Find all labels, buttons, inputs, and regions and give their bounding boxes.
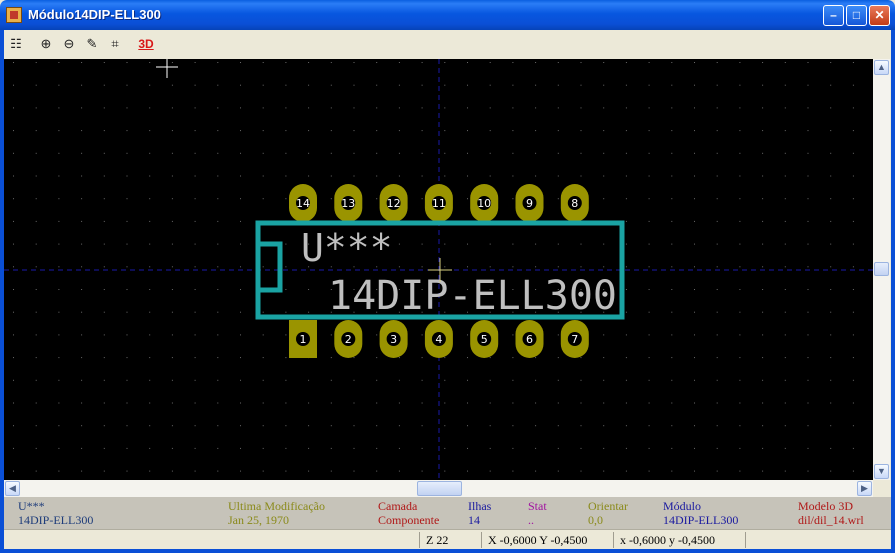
pad-bottom-2[interactable]: 2: [334, 320, 363, 358]
status-relative-coords: x -0,6000 y -0,4500: [613, 532, 740, 548]
maximize-button[interactable]: □: [846, 5, 867, 26]
pad-bottom-5[interactable]: 5: [470, 320, 499, 358]
zoom-out-icon[interactable]: ⊖: [59, 34, 79, 54]
pad-number-label: 1: [300, 333, 307, 346]
scrollbar-corner: [873, 480, 890, 497]
pad-number-label: 7: [571, 333, 578, 346]
pad-top-10[interactable]: 10: [470, 184, 499, 222]
pad-number-label: 13: [341, 197, 355, 210]
pad-number-label: 11: [432, 197, 446, 210]
info-layer-value: Componente: [378, 513, 440, 527]
pad-bottom-3[interactable]: 3: [379, 320, 408, 358]
pad-number-label: 12: [387, 197, 401, 210]
info-last-modified-value: Jan 25, 1970: [228, 513, 289, 527]
info-last-modified-title: Ultima Modificação: [228, 499, 325, 513]
horizontal-scrollbar[interactable]: ◀ ▶: [4, 480, 873, 497]
title-bar[interactable]: Módulo14DIP-ELL300 – □ ✕: [0, 0, 895, 30]
pad-number-label: 2: [345, 333, 352, 346]
pad-number-label: 9: [526, 197, 533, 210]
info-pads: Ilhas 14: [468, 499, 491, 527]
scroll-left-icon[interactable]: ◀: [5, 481, 20, 496]
info-last-modified: Ultima Modificação Jan 25, 1970: [228, 499, 325, 527]
scroll-right-icon[interactable]: ▶: [857, 481, 872, 496]
info-pads-value: 14: [468, 513, 480, 527]
vertical-scroll-thumb[interactable]: [874, 262, 889, 276]
view-3d-button[interactable]: 3D: [134, 34, 158, 54]
info-model3d: Modelo 3D dil/dil_14.wrl: [798, 499, 864, 527]
redraw-icon[interactable]: ✎: [82, 34, 102, 54]
info-reference: U*** 14DIP-ELL300: [18, 499, 93, 527]
scroll-up-icon[interactable]: ▲: [874, 60, 889, 75]
close-button[interactable]: ✕: [869, 5, 890, 26]
pad-top-8[interactable]: 8: [560, 184, 589, 222]
pad-number-label: 6: [526, 333, 533, 346]
window-title: Módulo14DIP-ELL300: [28, 7, 161, 22]
vertical-scrollbar[interactable]: ▲ ▼: [873, 59, 890, 480]
zoom-fit-icon[interactable]: ⌗: [105, 34, 125, 54]
info-model3d-value: dil/dil_14.wrl: [798, 513, 864, 527]
pad-top-9[interactable]: 9: [515, 184, 544, 222]
pad-number-label: 3: [390, 333, 397, 346]
pad-bottom-6[interactable]: 6: [515, 320, 544, 358]
info-orient-title: Orientar: [588, 499, 628, 513]
info-orient-value: 0,0: [588, 513, 603, 527]
info-orient: Orientar 0,0: [588, 499, 628, 527]
info-reference-value: 14DIP-ELL300: [18, 513, 94, 527]
minimize-button[interactable]: –: [823, 5, 844, 26]
window-frame-right: [891, 30, 895, 553]
value-text[interactable]: 14DIP-ELL300: [328, 273, 617, 319]
scroll-down-icon[interactable]: ▼: [874, 464, 889, 479]
footprint-view: 14 13 12 11 10 9 8 1234567 U*** 14DIP-ELL300: [4, 59, 873, 480]
status-absolute-coords: X -0,6000 Y -0,4500: [481, 532, 608, 548]
info-reference-title: U***: [18, 499, 45, 513]
info-stat-title: Stat: [528, 499, 547, 513]
info-module: Módulo 14DIP-ELL300: [663, 499, 738, 527]
info-layer-title: Camada: [378, 499, 418, 513]
pad-number-label: 14: [296, 197, 310, 210]
horizontal-scroll-thumb[interactable]: [417, 481, 462, 496]
info-stat-value: ..: [528, 513, 534, 527]
pcb-canvas[interactable]: 14 13 12 11 10 9 8 1234567 U*** 14DIP-ELL300: [4, 59, 873, 480]
status-empty-segment: [745, 532, 882, 548]
pad-top-12[interactable]: 12: [379, 184, 408, 222]
status-bar: Z 22 X -0,6000 Y -0,4500 x -0,6000 y -0,…: [4, 529, 891, 550]
module-info-panel: U*** 14DIP-ELL300 Ultima Modificação Jan…: [4, 497, 891, 529]
module-icon[interactable]: ☷: [6, 34, 26, 54]
zoom-in-icon[interactable]: ⊕: [36, 34, 56, 54]
pad-number-label: 5: [481, 333, 488, 346]
pad-number-label: 8: [571, 197, 578, 210]
info-module-title: Módulo: [663, 499, 702, 513]
window-frame-bottom: [0, 549, 895, 553]
pad-top-13[interactable]: 13: [334, 184, 363, 222]
info-stat: Stat ..: [528, 499, 547, 527]
info-layer: Camada Componente: [378, 499, 439, 527]
reference-text[interactable]: U***: [301, 226, 393, 270]
status-zoom: Z 22: [419, 532, 476, 548]
pad-bottom-7[interactable]: 7: [560, 320, 589, 358]
pad-number-label: 4: [435, 333, 442, 346]
pad-bottom-1[interactable]: 1: [289, 320, 317, 358]
pad-number-label: 10: [477, 197, 491, 210]
pad-top-14[interactable]: 14: [289, 184, 317, 222]
pad-top-11[interactable]: 11: [424, 184, 453, 222]
info-module-value: 14DIP-ELL300: [663, 513, 739, 527]
pad-bottom-4[interactable]: 4: [424, 320, 453, 358]
info-pads-title: Ilhas: [468, 499, 492, 513]
toolbar: ☷ ⊕ ⊖ ✎ ⌗ 3D: [4, 30, 891, 58]
info-model3d-title: Modelo 3D: [798, 499, 853, 513]
app-icon[interactable]: [6, 7, 22, 23]
